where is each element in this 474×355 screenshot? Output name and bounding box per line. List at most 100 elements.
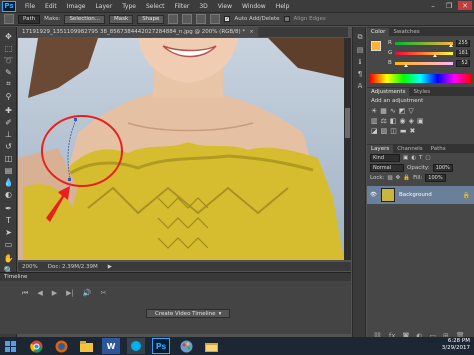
lock-all-icon[interactable]: 🔒: [403, 175, 410, 181]
red-channel-slider[interactable]: [394, 41, 453, 47]
dodge-tool-icon[interactable]: ◐: [3, 189, 14, 199]
character-icon[interactable]: A: [355, 81, 365, 90]
rectangle-tool-icon[interactable]: ▭: [3, 239, 14, 249]
system-tray-clock[interactable]: 6:28 PM 3/29/2017: [442, 338, 470, 352]
audio-icon[interactable]: 🔊: [83, 289, 92, 298]
tab-paths[interactable]: Paths: [427, 145, 450, 153]
path-alignment-icon[interactable]: [182, 14, 193, 24]
menu-layer[interactable]: Layer: [90, 3, 117, 10]
history-icon[interactable]: ⧉: [355, 33, 365, 42]
split-icon[interactable]: ✂: [101, 289, 107, 298]
pen-tool-icon[interactable]: ✒: [3, 203, 14, 213]
explorer-folder-icon[interactable]: [202, 338, 220, 354]
green-channel-value[interactable]: 181: [456, 49, 470, 57]
filter-type-icon[interactable]: T: [419, 155, 422, 161]
posterize-icon[interactable]: ▧: [381, 127, 388, 135]
visibility-eye-icon[interactable]: 👁: [370, 192, 377, 198]
pen-tool-icon[interactable]: [4, 14, 14, 24]
word-icon[interactable]: W: [102, 338, 120, 354]
scrollbar-thumb[interactable]: [345, 108, 350, 138]
chevron-down-icon[interactable]: ▾: [219, 311, 222, 317]
photoshop-taskbar-icon[interactable]: Ps: [152, 338, 170, 354]
create-video-timeline-button[interactable]: Create Video Timeline ▾: [146, 309, 231, 318]
align-edges-checkbox[interactable]: [283, 16, 290, 22]
move-tool-icon[interactable]: ✥: [3, 31, 14, 41]
tab-layers[interactable]: Layers: [367, 145, 394, 153]
menu-filter[interactable]: Filter: [170, 3, 195, 10]
gradient-map-icon[interactable]: ▬: [400, 127, 407, 135]
paint-icon[interactable]: [177, 338, 195, 354]
black-white-icon[interactable]: ◧: [390, 117, 397, 125]
color-balance-icon[interactable]: ⚖: [381, 117, 387, 125]
skype-icon[interactable]: [127, 338, 145, 354]
path-select-tool-icon[interactable]: ➤: [3, 227, 14, 237]
threshold-icon[interactable]: ◫: [390, 127, 397, 135]
blue-channel-value[interactable]: 52: [455, 59, 470, 67]
timeline-title[interactable]: Timeline: [0, 273, 351, 281]
path-operations-icon[interactable]: [168, 14, 179, 24]
hue-saturation-icon[interactable]: ▥: [371, 117, 378, 125]
green-slider-knob[interactable]: [433, 53, 438, 57]
menu-help[interactable]: Help: [271, 3, 295, 10]
tab-styles[interactable]: Styles: [409, 88, 434, 96]
gear-icon[interactable]: [210, 14, 221, 24]
menu-select[interactable]: Select: [141, 3, 170, 10]
lasso-tool-icon[interactable]: ➰: [3, 55, 14, 65]
blue-channel-slider[interactable]: [394, 61, 453, 67]
lock-pixels-icon[interactable]: ▨: [387, 175, 392, 181]
vibrance-icon[interactable]: ▽: [408, 107, 413, 115]
tab-swatches[interactable]: Swatches: [389, 28, 423, 36]
quick-select-tool-icon[interactable]: ✎: [3, 67, 14, 77]
photo-filter-icon[interactable]: ◉: [400, 117, 406, 125]
levels-icon[interactable]: ▦: [380, 107, 387, 115]
document-tab[interactable]: 17191929_1351109982795 38_85673844420272…: [18, 27, 258, 37]
history-brush-tool-icon[interactable]: ↺: [3, 141, 14, 151]
filter-adjustment-icon[interactable]: ◐: [411, 155, 416, 161]
menu-window[interactable]: Window: [237, 3, 271, 10]
canvas-vertical-scrollbar[interactable]: [344, 38, 351, 260]
menu-3d[interactable]: 3D: [194, 3, 212, 10]
zoom-level[interactable]: 200%: [22, 264, 38, 270]
red-channel-value[interactable]: 255: [455, 39, 470, 47]
curves-icon[interactable]: ∿: [390, 107, 396, 115]
blur-tool-icon[interactable]: 💧: [3, 177, 14, 187]
status-arrow-icon[interactable]: ▶: [108, 264, 112, 270]
selection-button[interactable]: Selection...: [64, 14, 106, 24]
hand-tool-icon[interactable]: ✋: [3, 253, 14, 263]
maximize-button[interactable]: ❐: [442, 1, 456, 10]
selective-color-icon[interactable]: ✖: [410, 127, 416, 135]
go-to-first-frame-icon[interactable]: ⏮: [22, 289, 28, 298]
menu-image[interactable]: Image: [62, 3, 91, 10]
lock-position-icon[interactable]: ✥: [396, 175, 401, 181]
filter-shape-icon[interactable]: ▢: [425, 155, 430, 161]
fill-value[interactable]: 100%: [425, 174, 446, 182]
menu-type[interactable]: Type: [117, 3, 141, 10]
filter-pixel-icon[interactable]: ▣: [403, 155, 408, 161]
mask-button[interactable]: Mask: [109, 14, 134, 24]
file-explorer-icon[interactable]: [77, 338, 95, 354]
path-arrangement-icon[interactable]: [196, 14, 207, 24]
green-channel-slider[interactable]: [395, 51, 454, 57]
marquee-tool-icon[interactable]: ⬚: [3, 43, 14, 53]
eraser-tool-icon[interactable]: ◫: [3, 153, 14, 163]
paragraph-icon[interactable]: ¶: [355, 69, 365, 78]
play-icon[interactable]: ▶: [52, 289, 57, 298]
shape-button[interactable]: Shape: [137, 14, 165, 24]
red-slider-knob[interactable]: [448, 43, 453, 47]
info-icon[interactable]: ℹ: [355, 57, 365, 66]
exposure-icon[interactable]: ◩: [399, 107, 406, 115]
menu-edit[interactable]: Edit: [40, 3, 62, 10]
chrome-icon[interactable]: [27, 338, 45, 354]
tab-adjustments[interactable]: Adjustments: [367, 88, 410, 96]
tool-mode-select[interactable]: Path: [18, 14, 41, 24]
blue-slider-knob[interactable]: [403, 63, 408, 67]
channel-mixer-icon[interactable]: ◈: [409, 117, 414, 125]
layer-row-background[interactable]: 👁 Background 🔒: [367, 186, 474, 204]
windows-start-icon[interactable]: [0, 337, 20, 355]
brightness-contrast-icon[interactable]: ☀: [371, 107, 377, 115]
blend-mode-select[interactable]: Normal: [370, 164, 404, 172]
close-button[interactable]: ✕: [458, 1, 472, 10]
firefox-icon[interactable]: [52, 338, 70, 354]
auto-add-delete-checkbox[interactable]: ✓: [224, 16, 231, 22]
healing-brush-tool-icon[interactable]: ✚: [3, 105, 14, 115]
